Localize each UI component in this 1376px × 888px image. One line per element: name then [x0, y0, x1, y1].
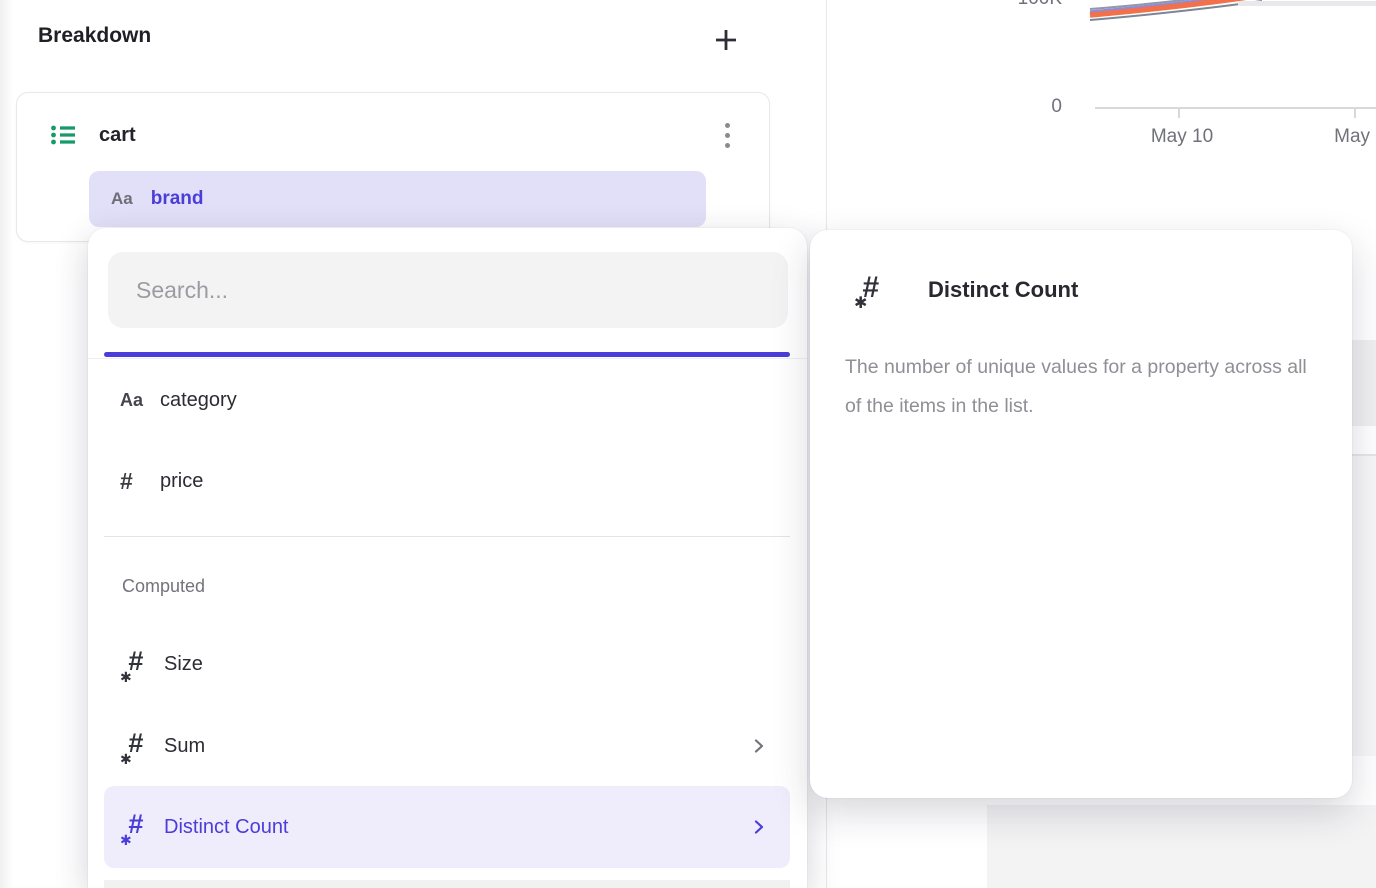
plus-icon	[713, 27, 739, 53]
y-axis-tick-0: 0	[1004, 96, 1062, 118]
menu-item-label: Distinct Count	[164, 816, 289, 839]
menu-item-price[interactable]: # price	[104, 455, 790, 507]
computed-number-icon: # ✱	[854, 270, 894, 310]
occluded-panel-fragment	[1352, 456, 1376, 756]
kebab-dot	[725, 143, 730, 148]
occluded-row-fragment	[1352, 340, 1376, 426]
menu-item-distinct-count[interactable]: # ✱ Distinct Count	[104, 786, 790, 868]
active-tab-indicator	[104, 352, 790, 357]
computed-number-icon: # ✱	[120, 728, 164, 764]
chevron-right-icon	[750, 818, 768, 836]
menu-item-label: Size	[164, 653, 203, 676]
computed-number-icon: # ✱	[120, 809, 164, 845]
y-axis-tick-100k: 100K	[1004, 0, 1062, 10]
menu-divider	[104, 536, 790, 537]
search-input[interactable]	[108, 252, 788, 328]
property-info-card: # ✱ Distinct Count The number of unique …	[810, 230, 1352, 798]
selected-property-pill[interactable]: Aa brand	[89, 171, 706, 227]
string-type-icon: Aa	[120, 390, 160, 411]
string-type-icon: Aa	[111, 189, 133, 209]
list-name-label: cart	[99, 124, 136, 147]
info-card-header: # ✱ Distinct Count	[854, 270, 1078, 310]
chevron-right-icon	[750, 737, 768, 755]
x-axis-tick-mark	[1178, 109, 1180, 118]
left-edge-shadow	[0, 0, 13, 888]
menu-item-sum[interactable]: # ✱ Sum	[104, 720, 790, 772]
occluded-table-region	[987, 805, 1376, 888]
breakdown-section-title: Breakdown	[38, 24, 151, 48]
add-breakdown-button[interactable]	[704, 18, 748, 62]
info-card-description: The number of unique values for a proper…	[845, 348, 1317, 426]
menu-item-label: Sum	[164, 735, 205, 758]
list-icon	[49, 121, 77, 149]
computed-section-header: Computed	[122, 576, 205, 597]
next-menu-row-edge	[104, 880, 790, 888]
number-type-icon: #	[120, 468, 160, 495]
tabs-bottom-border	[88, 358, 807, 359]
chart-series-lines	[1080, 0, 1376, 44]
menu-item-size[interactable]: # ✱ Size	[104, 638, 790, 690]
info-card-title: Distinct Count	[928, 277, 1078, 303]
menu-item-label: price	[160, 470, 203, 493]
property-dropdown-menu: Aa category # price Computed # ✱ Size # …	[88, 228, 807, 888]
x-axis-tick-mark	[1354, 109, 1356, 118]
x-axis-tick-may10: May 10	[1127, 126, 1237, 148]
breakdown-card: cart Aa brand	[16, 92, 770, 242]
menu-item-label: category	[160, 389, 237, 412]
search-box	[108, 252, 788, 328]
kebab-dot	[725, 123, 730, 128]
menu-item-category[interactable]: Aa category	[104, 374, 790, 426]
computed-number-icon: # ✱	[120, 646, 164, 682]
card-options-kebab-button[interactable]	[711, 117, 743, 153]
x-axis-line	[1095, 107, 1376, 109]
x-axis-tick-may1x: May 1	[1305, 126, 1376, 148]
selected-property-label: brand	[151, 188, 204, 210]
kebab-dot	[725, 133, 730, 138]
breakdown-card-header: cart	[17, 113, 769, 157]
app-screen: 100K 0 May 10 May 1 Breakdown	[0, 0, 1376, 888]
